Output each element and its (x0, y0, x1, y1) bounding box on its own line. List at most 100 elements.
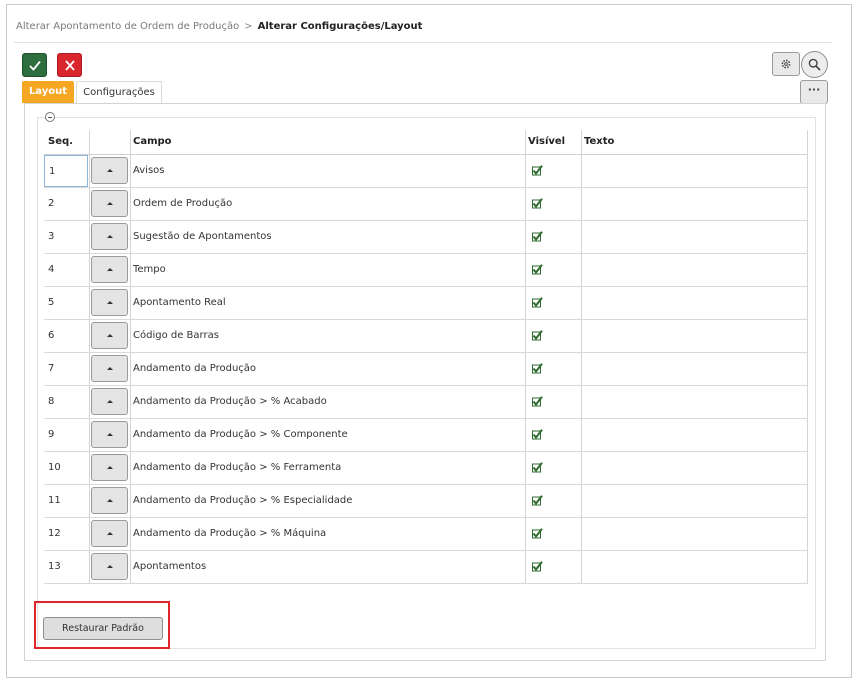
arrow-up-icon (107, 466, 113, 469)
seq-input[interactable]: 5 (44, 287, 88, 319)
arrow-up-icon (107, 334, 113, 337)
seq-input[interactable]: 9 (44, 419, 88, 451)
arrow-up-icon (107, 499, 113, 502)
gear-icon (781, 59, 791, 69)
breadcrumb-divider (14, 42, 832, 43)
move-up-button[interactable] (91, 256, 128, 283)
visible-checkbox[interactable] (532, 561, 543, 572)
texto-cell[interactable] (584, 320, 804, 352)
texto-cell[interactable] (584, 419, 804, 451)
table-row: 10 Andamento da Produção > % Ferramenta (44, 452, 808, 485)
visible-checkbox[interactable] (532, 363, 543, 374)
seq-input[interactable]: 12 (44, 518, 88, 550)
seq-input[interactable]: 3 (44, 221, 88, 253)
visible-checkbox[interactable] (532, 528, 543, 539)
move-up-button[interactable] (91, 289, 128, 316)
campo-label: Apontamentos (133, 561, 207, 572)
table-row: 4 Tempo (44, 254, 808, 287)
more-options-button[interactable]: ··· (800, 80, 828, 104)
tab-layout[interactable]: Layout (22, 81, 74, 103)
texto-cell[interactable] (584, 188, 804, 220)
texto-cell[interactable] (584, 452, 804, 484)
move-up-button[interactable] (91, 421, 128, 448)
collapse-icon[interactable] (45, 112, 55, 122)
seq-input[interactable]: 6 (44, 320, 88, 352)
visible-checkbox[interactable] (532, 165, 543, 176)
seq-input[interactable]: 11 (44, 485, 88, 517)
arrow-up-icon (107, 565, 113, 568)
visible-checkbox[interactable] (532, 198, 543, 209)
texto-cell[interactable] (584, 155, 804, 187)
check-icon (29, 60, 41, 71)
column-header-texto: Texto (584, 136, 615, 147)
table-row: 13 Apontamentos (44, 551, 808, 584)
table-row: 8 Andamento da Produção > % Acabado (44, 386, 808, 419)
seq-input[interactable]: 2 (44, 188, 88, 220)
campo-label: Andamento da Produção > % Componente (133, 429, 348, 440)
visible-checkbox[interactable] (532, 330, 543, 341)
campo-label: Andamento da Produção > % Acabado (133, 396, 327, 407)
move-up-button[interactable] (91, 487, 128, 514)
arrow-up-icon (107, 169, 113, 172)
seq-input[interactable]: 8 (44, 386, 88, 418)
table-row: 12 Andamento da Produção > % Máquina (44, 518, 808, 551)
move-up-button[interactable] (91, 223, 128, 250)
seq-input[interactable]: 1 (44, 155, 88, 187)
move-up-button[interactable] (91, 322, 128, 349)
seq-input[interactable]: 10 (44, 452, 88, 484)
table-row: 6 Código de Barras (44, 320, 808, 353)
arrow-up-icon (107, 202, 113, 205)
visible-checkbox[interactable] (532, 264, 543, 275)
breadcrumb-parent[interactable]: Alterar Apontamento de Ordem de Produção (16, 21, 239, 32)
texto-cell[interactable] (584, 386, 804, 418)
texto-cell[interactable] (584, 485, 804, 517)
search-button[interactable] (801, 51, 828, 78)
arrow-up-icon (107, 532, 113, 535)
arrow-up-icon (107, 268, 113, 271)
table-row: 2 Ordem de Produção (44, 188, 808, 221)
table-row: 11 Andamento da Produção > % Especialidad… (44, 485, 808, 518)
visible-checkbox[interactable] (532, 462, 543, 473)
restore-default-button[interactable]: Restaurar Padrão (43, 617, 163, 640)
campo-label: Apontamento Real (133, 297, 226, 308)
ellipsis-icon: ··· (807, 83, 821, 96)
table-row: 7 Andamento da Produção (44, 353, 808, 386)
move-up-button[interactable] (91, 388, 128, 415)
visible-checkbox[interactable] (532, 429, 543, 440)
seq-input[interactable]: 7 (44, 353, 88, 385)
move-up-button[interactable] (91, 157, 128, 184)
texto-cell[interactable] (584, 287, 804, 319)
texto-cell[interactable] (584, 551, 804, 583)
seq-input[interactable]: 4 (44, 254, 88, 286)
move-up-button[interactable] (91, 553, 128, 580)
campo-label: Avisos (133, 165, 165, 176)
settings-button[interactable] (772, 52, 800, 76)
visible-checkbox[interactable] (532, 297, 543, 308)
move-up-button[interactable] (91, 520, 128, 547)
campo-label: Código de Barras (133, 330, 219, 341)
campo-label: Tempo (133, 264, 166, 275)
campo-label: Andamento da Produção (133, 363, 257, 374)
texto-cell[interactable] (584, 221, 804, 253)
texto-cell[interactable] (584, 254, 804, 286)
move-up-button[interactable] (91, 190, 128, 217)
visible-checkbox[interactable] (532, 231, 543, 242)
move-up-button[interactable] (91, 355, 128, 382)
campo-label: Andamento da Produção > % Máquina (133, 528, 327, 539)
visible-checkbox[interactable] (532, 495, 543, 506)
cancel-button[interactable] (57, 53, 82, 77)
seq-input[interactable]: 13 (44, 551, 88, 583)
campo-label: Sugestão de Apontamentos (133, 231, 272, 242)
move-up-button[interactable] (91, 454, 128, 481)
confirm-button[interactable] (22, 53, 47, 77)
texto-cell[interactable] (584, 353, 804, 385)
breadcrumb-current: Alterar Configurações/Layout (257, 21, 423, 32)
column-header-campo: Campo (133, 136, 172, 147)
texto-cell[interactable] (584, 518, 804, 550)
arrow-up-icon (107, 367, 113, 370)
campo-label: Andamento da Produção > % Especialidade (133, 495, 353, 506)
visible-checkbox[interactable] (532, 396, 543, 407)
arrow-up-icon (107, 433, 113, 436)
tab-configuracoes[interactable]: Configurações (76, 81, 162, 103)
table-row: 9 Andamento da Produção > % Componente (44, 419, 808, 452)
